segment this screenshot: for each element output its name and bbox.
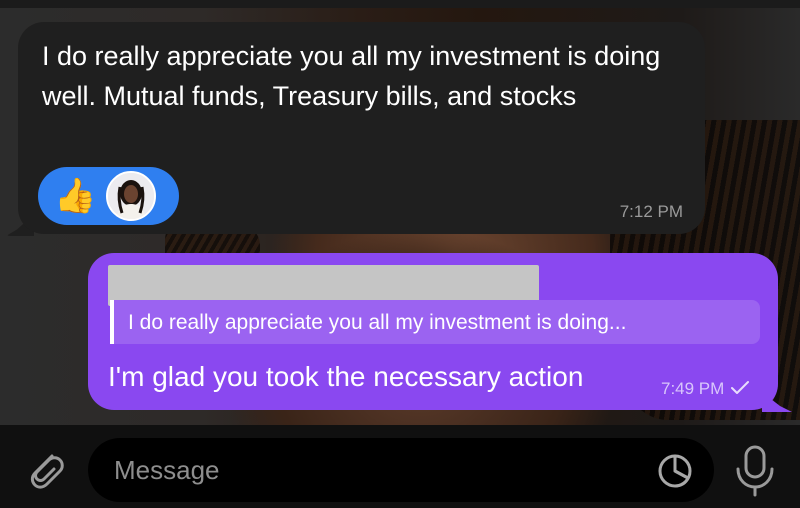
reply-quote[interactable]: I do really appreciate you all my invest… (110, 300, 760, 344)
paperclip-icon[interactable] (22, 446, 68, 492)
message-input[interactable]: Message (88, 438, 714, 502)
single-check-icon (731, 381, 750, 394)
sticker-icon[interactable] (656, 452, 694, 490)
outgoing-message-meta: 7:49 PM (661, 378, 750, 400)
outgoing-message-text: I'm glad you took the necessary action (108, 361, 584, 392)
outgoing-message-time: 7:49 PM (661, 379, 725, 398)
incoming-message-text: I do really appreciate you all my invest… (42, 41, 661, 111)
chat-screen: I do really appreciate you all my invest… (0, 0, 800, 508)
message-placeholder: Message (114, 455, 220, 485)
incoming-message-time: 7:12 PM (619, 202, 683, 221)
reaction-pill[interactable]: 👍 (38, 167, 179, 225)
microphone-icon[interactable] (732, 443, 778, 497)
top-edge (0, 0, 800, 8)
thumbs-up-icon: 👍 (54, 177, 97, 215)
reply-quote-text: I do really appreciate you all my invest… (128, 311, 627, 334)
reactor-avatar[interactable] (106, 171, 156, 221)
